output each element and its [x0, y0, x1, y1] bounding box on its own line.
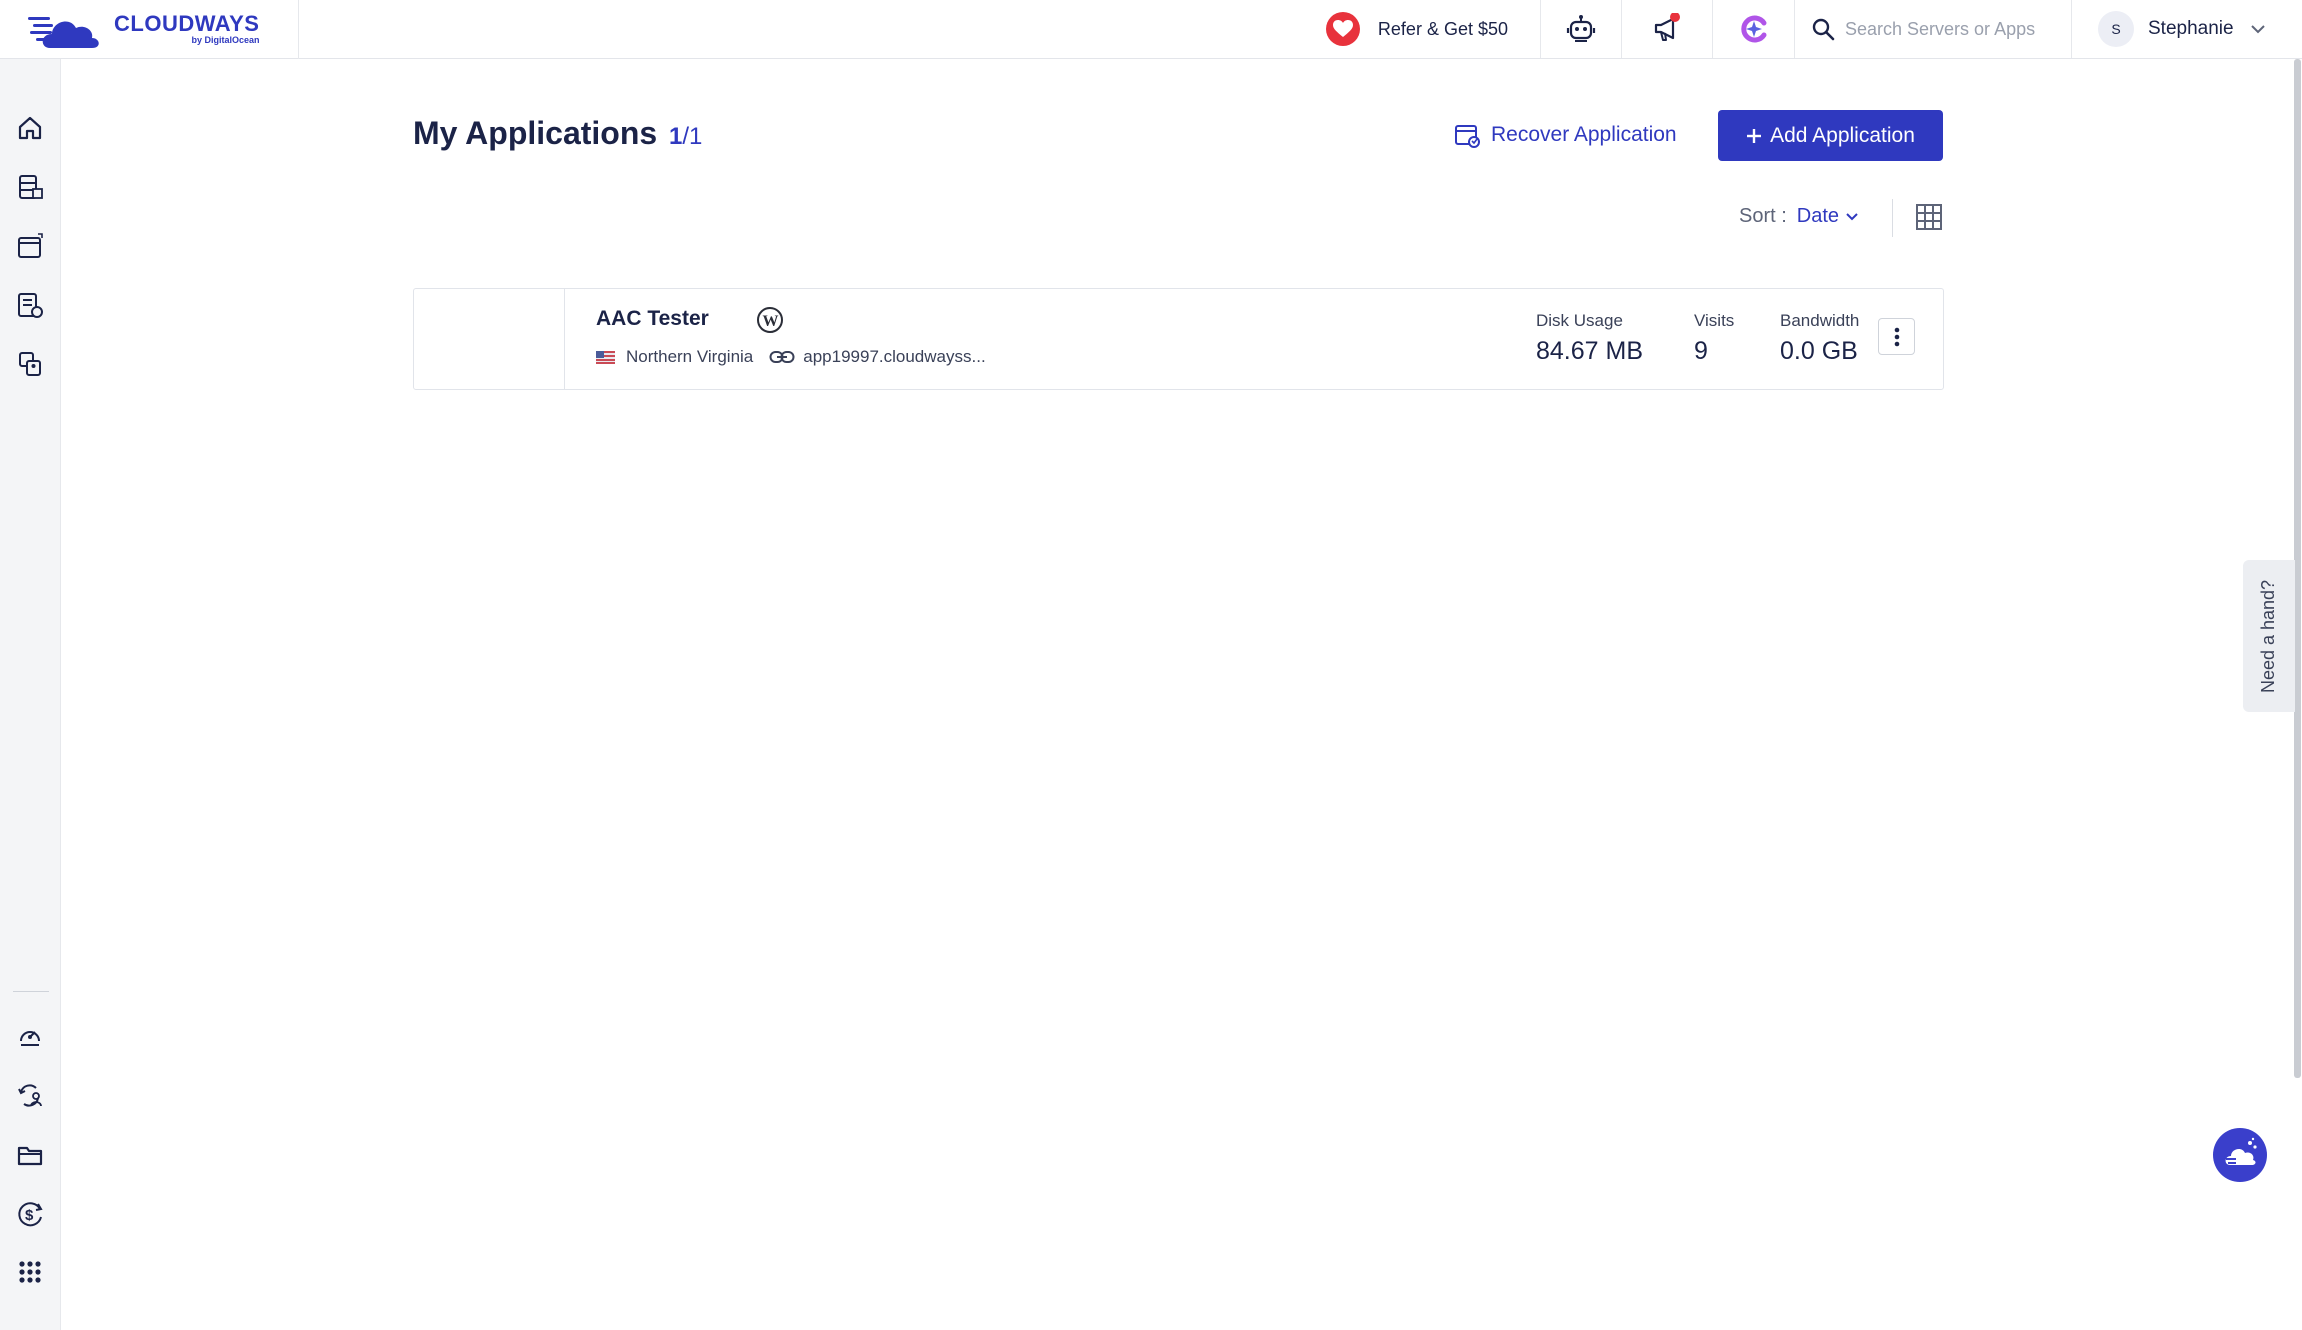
- disk-usage-stat: Disk Usage 84.67 MB: [1536, 311, 1643, 366]
- page-title: My Applications: [413, 115, 658, 151]
- application-name[interactable]: AAC Tester: [596, 307, 709, 331]
- user-name: Stephanie: [2148, 18, 2234, 39]
- count-total: /1: [682, 123, 703, 150]
- sort-value: Date: [1796, 205, 1840, 227]
- sidebar-item-migration[interactable]: [13, 1079, 47, 1113]
- add-application-label: Add Application: [1770, 123, 1915, 147]
- recover-application-button[interactable]: Recover Application: [1453, 115, 1677, 155]
- refer-button[interactable]: Refer & Get $50: [1306, 0, 1541, 58]
- visits-value: 9: [1694, 337, 1708, 365]
- bandwidth-stat: Bandwidth 0.0 GB: [1780, 311, 1859, 366]
- application-meta: Northern Virginia app19997.cloudwayss...: [596, 347, 986, 367]
- application-url[interactable]: app19997.cloudwayss...: [803, 347, 985, 367]
- avatar: S: [2098, 11, 2134, 47]
- activity-log-icon: [18, 293, 43, 318]
- support-icon: [20, 1031, 40, 1046]
- application-count: 1/1: [669, 123, 702, 151]
- cloud-logo-icon: [28, 16, 99, 48]
- bandwidth-value: 0.0 GB: [1780, 337, 1858, 365]
- need-a-hand-tab[interactable]: Need a hand?: [2243, 560, 2295, 712]
- svg-text:$: $: [25, 1207, 34, 1224]
- visits-label: Visits: [1694, 311, 1735, 330]
- apps-grid-icon: [19, 1261, 41, 1283]
- application-card[interactable]: AAC Tester W Northern Virginia app19997.…: [413, 288, 1944, 390]
- announcements-button[interactable]: [1622, 0, 1713, 58]
- robot-icon: [1566, 15, 1596, 42]
- migration-icon: [18, 1084, 42, 1107]
- bandwidth-label: Bandwidth: [1780, 311, 1860, 330]
- sort-dropdown[interactable]: Sort : Date: [1739, 205, 1859, 228]
- application-location: Northern Virginia: [626, 347, 754, 366]
- ai-assistant-button[interactable]: [1541, 0, 1622, 58]
- sort-label: Sort :: [1739, 205, 1787, 227]
- svg-text:W: W: [763, 313, 779, 330]
- chat-cloud-icon: [2225, 1137, 2257, 1165]
- recover-icon: [1455, 125, 1480, 148]
- sidebar: $: [0, 59, 61, 1330]
- sidebar-item-applications[interactable]: [13, 229, 47, 263]
- search-input[interactable]: [1845, 18, 2065, 40]
- teams-icon: [19, 352, 41, 376]
- sidebar-item-servers[interactable]: [13, 170, 47, 204]
- sidebar-divider: [13, 991, 49, 992]
- application-options-button[interactable]: [1878, 318, 1915, 355]
- sidebar-item-teams[interactable]: [13, 347, 47, 381]
- link-icon: [769, 351, 795, 363]
- brand-name: CLOUDWAYS: [114, 11, 260, 36]
- home-icon: [18, 116, 42, 140]
- chevron-down-icon: [1846, 213, 1858, 221]
- us-flag-icon: [596, 350, 615, 364]
- visits-stat: Visits 9: [1694, 311, 1734, 366]
- application-thumbnail: [414, 289, 565, 389]
- copilot-button[interactable]: [1713, 0, 1795, 58]
- refer-label: Refer & Get $50: [1377, 18, 1508, 39]
- page-scrollbar[interactable]: [2294, 59, 2301, 1078]
- kebab-menu-icon: [1894, 327, 1899, 346]
- chat-assistant-button[interactable]: [2213, 1128, 2267, 1182]
- sort-divider: [1892, 199, 1893, 237]
- add-application-button[interactable]: Add Application: [1718, 110, 1943, 161]
- count-current: 1: [669, 123, 683, 150]
- disk-usage-label: Disk Usage: [1536, 311, 1623, 330]
- user-menu[interactable]: S Stephanie: [2072, 0, 2302, 58]
- megaphone-icon: [1654, 13, 1680, 41]
- billing-icon: $: [18, 1202, 43, 1227]
- heart-icon: [1325, 12, 1360, 46]
- folder-icon: [17, 1146, 43, 1166]
- copilot-icon: [1740, 15, 1766, 43]
- sidebar-item-activity[interactable]: [13, 288, 47, 322]
- sidebar-item-files[interactable]: [13, 1138, 47, 1172]
- need-a-hand-label: Need a hand?: [2258, 579, 2279, 693]
- search-container: [1795, 0, 2072, 58]
- disk-usage-value: 84.67 MB: [1536, 337, 1644, 365]
- servers-icon: [19, 175, 43, 199]
- brand-sub: by DigitalOcean: [191, 35, 260, 45]
- grid-view-button[interactable]: [1914, 202, 1944, 232]
- recover-label: Recover Application: [1491, 123, 1677, 146]
- chevron-down-icon: [2250, 25, 2265, 34]
- top-navigation-bar: CLOUDWAYS by DigitalOcean Refer & Get $5…: [0, 0, 2302, 59]
- sidebar-item-home[interactable]: [13, 111, 47, 145]
- plus-icon: [1747, 128, 1762, 143]
- sidebar-item-billing[interactable]: $: [13, 1197, 47, 1231]
- search-icon: [1812, 18, 1835, 41]
- sidebar-item-all-apps[interactable]: [13, 1255, 47, 1289]
- applications-icon: [18, 233, 43, 258]
- sidebar-item-support[interactable]: [13, 1020, 47, 1054]
- main-content: My Applications 1/1 Recover Application …: [61, 59, 2296, 1330]
- cloudways-logo[interactable]: CLOUDWAYS by DigitalOcean: [0, 0, 299, 59]
- wordpress-icon: W: [757, 307, 783, 333]
- grid-view-icon: [1916, 204, 1942, 230]
